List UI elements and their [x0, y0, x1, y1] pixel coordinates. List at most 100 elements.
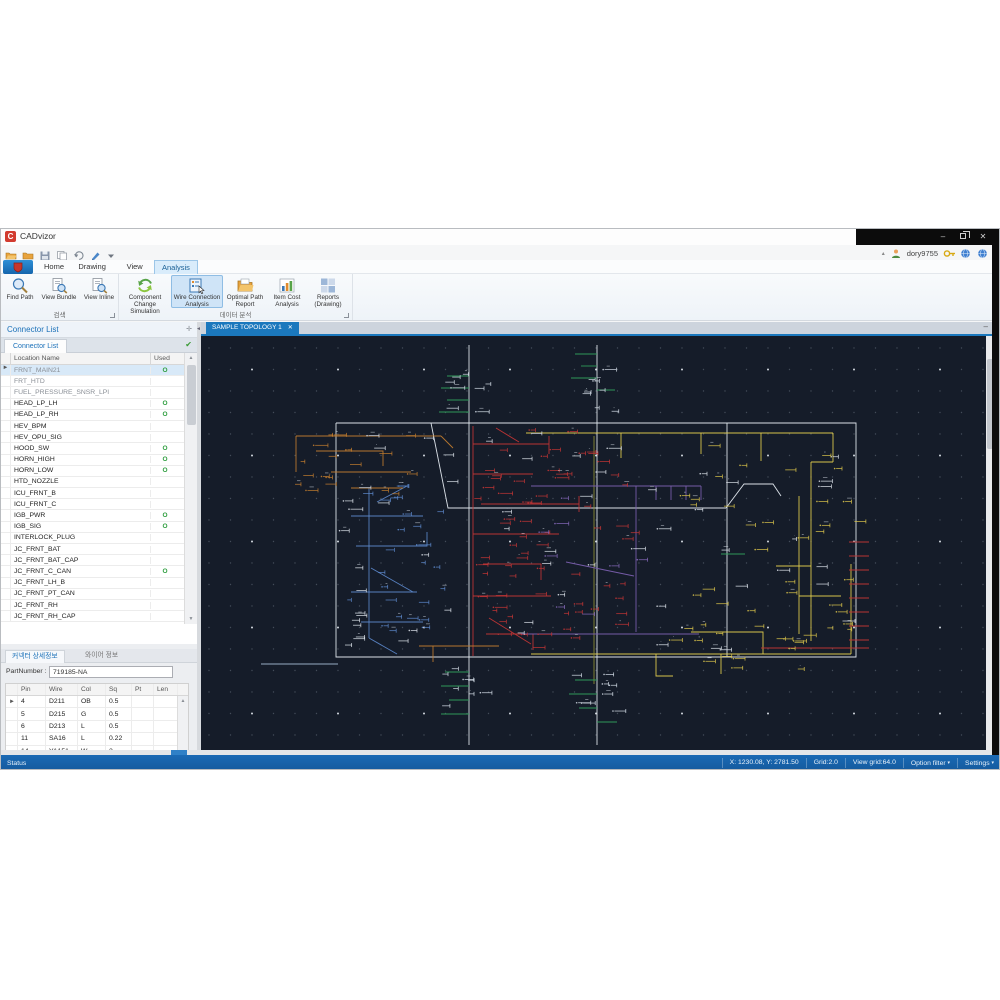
table-row[interactable]: HEAD_LP_LH O: [1, 398, 184, 410]
table-row[interactable]: JC_FRNT_C_CAN O: [1, 566, 184, 578]
ribbon-tab-analysis[interactable]: Analysis: [154, 260, 198, 274]
table-row[interactable]: 5 D215 G 0.5: [6, 708, 188, 721]
table-row[interactable]: JC_FRNT_BAT: [1, 544, 184, 556]
pen-icon[interactable]: [90, 248, 102, 260]
window-controls: – ✕: [856, 229, 999, 245]
settings-button[interactable]: Settings ▾: [957, 758, 999, 768]
window-title: CADvizor: [20, 231, 56, 241]
column-sq[interactable]: Sq: [106, 684, 132, 695]
column-wire[interactable]: Wire: [46, 684, 78, 695]
table-row[interactable]: 6 D213 L 0.5: [6, 720, 188, 734]
table-row[interactable]: ICU_FRNT_B: [1, 488, 184, 500]
dialog-launcher-icon[interactable]: [344, 313, 349, 318]
group-label: 데이터 분석: [219, 312, 252, 319]
table-row[interactable]: JC_FRNT_PT_CAN: [1, 588, 184, 600]
table-row[interactable]: ICU_FRNT_C: [1, 499, 184, 511]
table-row[interactable]: HOOD_SW O: [1, 443, 184, 455]
column-len[interactable]: Len: [154, 684, 178, 695]
quick-access-toolbar: [3, 246, 119, 260]
detail-scrollbar[interactable]: ▲ ▼: [177, 696, 188, 758]
ribbon-collapse-icon[interactable]: ▴: [882, 250, 885, 257]
app-logo-icon: C: [5, 231, 16, 242]
open-folder-icon[interactable]: [5, 248, 17, 259]
table-row[interactable]: JC_FRNT_LH_B: [1, 577, 184, 589]
globe-icon[interactable]: [977, 248, 989, 259]
column-used[interactable]: Used: [151, 353, 179, 364]
table-row[interactable]: HORN_HIGH O: [1, 454, 184, 466]
table-row[interactable]: HORN_LOW O: [1, 465, 184, 477]
column-pt[interactable]: Pt: [132, 684, 154, 695]
part-number-label: PartNumber :: [6, 668, 47, 675]
part-number-row: PartNumber : 719185-NA: [1, 666, 197, 680]
save-icon[interactable]: [39, 248, 51, 260]
part-number-input[interactable]: 719185-NA: [49, 666, 173, 678]
connector-list-panel: Connector List ✛ Connector List ✔ Locati…: [1, 322, 201, 769]
table-row[interactable]: FRT_HTD: [1, 376, 184, 388]
title-bar: C CADvizor – ✕: [1, 229, 999, 245]
table-row[interactable]: IGB_PWR O: [1, 510, 184, 522]
table-row[interactable]: HEV_OPU_SIG: [1, 432, 184, 444]
key-icon[interactable]: [943, 248, 955, 259]
table-row[interactable]: JC_FRNT_RH_CAP: [1, 611, 184, 623]
ribbon-group: Component Change Simulation Wire Connectio…: [119, 274, 353, 320]
table-row[interactable]: JC_FRNT_BAT_CAP: [1, 555, 184, 567]
ribbon-tab-view[interactable]: View: [120, 260, 150, 274]
table-row[interactable]: ► FRNT_MAIN21 O: [1, 365, 184, 377]
panel-title: Connector List: [7, 325, 59, 334]
ribbon: Find Path View Bundle View Inline 검색 Compone…: [1, 274, 999, 321]
column-col[interactable]: Col: [78, 684, 106, 695]
dialog-launcher-icon[interactable]: [110, 313, 115, 318]
table-row[interactable]: FUEL_PRESSURE_SNSR_LPI: [1, 387, 184, 399]
undo-icon[interactable]: [73, 248, 85, 260]
copy-icon[interactable]: [56, 248, 68, 260]
view-bundle-button[interactable]: View Bundle: [39, 275, 79, 308]
wire-detail-table: Pin Wire Col Sq Pt Len ► 4 D211 OB 0.5 5 D215 G 0.5 6 D…: [5, 683, 189, 759]
document-tab-strip: SAMPLE TOPOLOGY 1 ✕ –: [201, 322, 994, 334]
status-text: Status: [7, 759, 27, 767]
table-row[interactable]: HTD_NOZZLE: [1, 476, 184, 489]
document-tab-label: SAMPLE TOPOLOGY 1: [212, 324, 282, 331]
column-location-name[interactable]: Location Name: [11, 353, 151, 364]
grid-readout: Grid:2.0: [805, 758, 845, 768]
optimal-path-button[interactable]: Optimal Path Report: [223, 275, 267, 308]
detail-tab[interactable]: 커넥터 상세정보: [5, 650, 65, 663]
user-area: ▴ dory9755: [882, 246, 989, 260]
restore-button[interactable]: [955, 231, 971, 243]
app-menu-button[interactable]: [3, 260, 33, 274]
ribbon-tab-drawing[interactable]: Drawing: [71, 260, 113, 274]
pin-icon[interactable]: ✛: [186, 325, 192, 333]
item-cost-button[interactable]: Item Cost Analysis: [267, 275, 307, 308]
ribbon-tab-home[interactable]: Home: [37, 260, 71, 274]
tab-sample-topology[interactable]: SAMPLE TOPOLOGY 1 ✕: [206, 322, 299, 334]
table-row[interactable]: HEV_BPM: [1, 420, 184, 433]
tabstrip-minimize-icon[interactable]: –: [984, 322, 988, 332]
minimize-button[interactable]: –: [935, 231, 951, 243]
table-row[interactable]: 11 SA16 L 0.22: [6, 733, 188, 746]
tab-close-icon[interactable]: ✕: [288, 322, 293, 334]
wire-connection-button[interactable]: Wire Connection Analysis: [171, 275, 223, 308]
reports-button[interactable]: Reports (Drawing): [307, 275, 349, 308]
table-row[interactable]: IGB_SIG O: [1, 521, 184, 533]
column-pin[interactable]: Pin: [18, 684, 46, 695]
view-inline-button[interactable]: View Inline: [79, 275, 119, 308]
component-button[interactable]: Component Change Simulation: [119, 275, 171, 315]
close-button[interactable]: ✕: [975, 231, 991, 243]
chevron-down-icon: ▾: [947, 760, 951, 766]
tab-connector-list[interactable]: Connector List: [4, 339, 68, 353]
check-icon[interactable]: ✔: [185, 340, 192, 349]
find-path-button[interactable]: Find Path: [1, 275, 39, 308]
globe-icon[interactable]: [960, 248, 972, 259]
table-row[interactable]: INTERLOCK_PLUG: [1, 532, 184, 544]
detail-tab[interactable]: 와이어 정보: [79, 650, 124, 663]
dropdown-icon[interactable]: [107, 248, 119, 259]
table-row[interactable]: JC_FRNT_RH: [1, 599, 184, 612]
connector-table: Location Name Used ► FRNT_MAIN21 O FRT_HTD F…: [1, 353, 197, 644]
option-filter-button[interactable]: Option filter ▾: [902, 758, 957, 768]
table-row[interactable]: ► 4 D211 OB 0.5: [6, 696, 188, 709]
connector-scrollbar[interactable]: ▲ ▼: [184, 353, 197, 624]
ribbon-group: Find Path View Bundle View Inline 검색: [1, 274, 119, 320]
detail-tab-strip: 커넥터 상세정보 와이어 정보: [1, 649, 197, 663]
topology-canvas[interactable]: [201, 336, 986, 750]
table-row[interactable]: HEAD_LP_RH O: [1, 409, 184, 421]
folder-icon[interactable]: [22, 248, 34, 259]
